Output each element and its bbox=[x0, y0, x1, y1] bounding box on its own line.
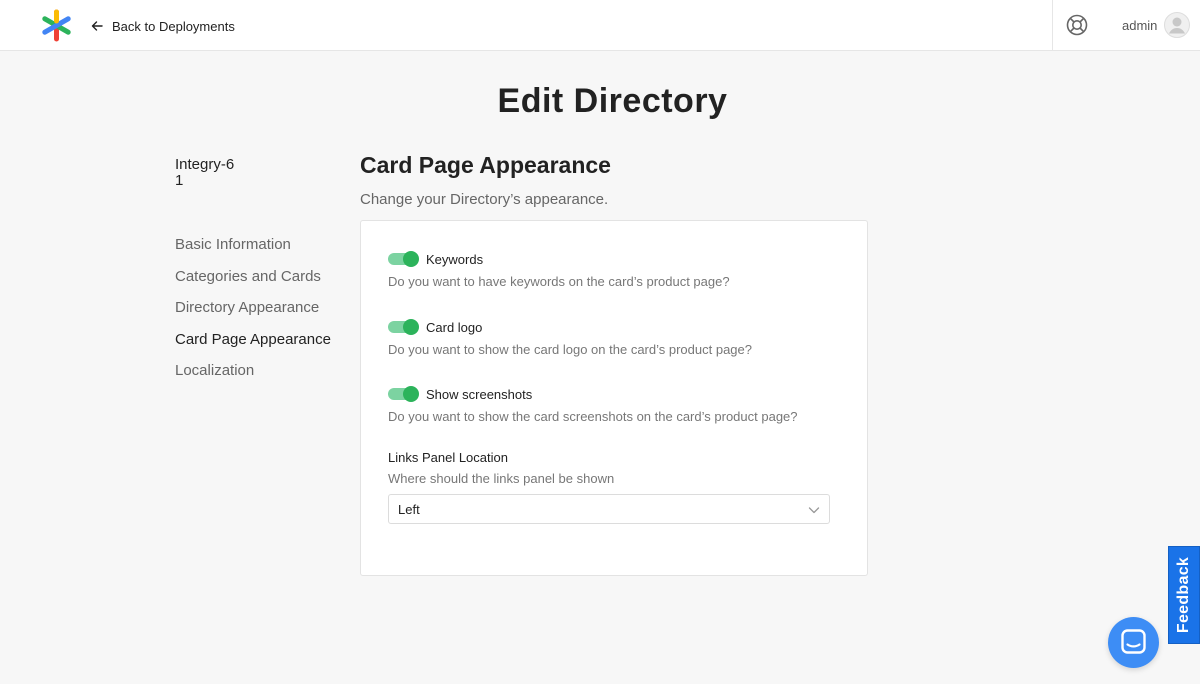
section-title: Card Page Appearance bbox=[360, 152, 611, 178]
select-value: Left bbox=[398, 502, 420, 517]
user-avatar-icon[interactable] bbox=[1164, 12, 1190, 38]
sidebar-item-card-page-appearance[interactable]: Card Page Appearance bbox=[175, 331, 331, 363]
back-to-deployments-link[interactable]: Back to Deployments bbox=[90, 16, 235, 36]
setting-keywords: Keywords Do you want to have keywords on… bbox=[388, 250, 730, 289]
toggle-knob bbox=[403, 251, 419, 267]
chat-icon bbox=[1121, 629, 1146, 654]
keywords-description: Do you want to have keywords on the card… bbox=[388, 274, 730, 289]
setting-card-logo: Card logo Do you want to show the card l… bbox=[388, 318, 752, 357]
chat-launcher-button[interactable] bbox=[1108, 617, 1159, 668]
sidebar-item-basic-information[interactable]: Basic Information bbox=[175, 236, 331, 268]
back-link-label: Back to Deployments bbox=[112, 18, 235, 34]
section-subtitle: Change your Directory’s appearance. bbox=[360, 191, 609, 208]
sidebar-nav: Basic Information Categories and Cards D… bbox=[175, 236, 331, 394]
show-screenshots-label: Show screenshots bbox=[426, 386, 533, 402]
sidebar-item-categories-and-cards[interactable]: Categories and Cards bbox=[175, 268, 331, 300]
links-panel-description: Where should the links panel be shown bbox=[388, 471, 615, 486]
header-divider bbox=[1052, 0, 1053, 51]
links-panel-title: Links Panel Location bbox=[388, 450, 508, 465]
card-logo-toggle[interactable] bbox=[388, 319, 419, 335]
links-panel-location-select[interactable]: Left bbox=[388, 494, 830, 524]
arrow-left-icon bbox=[91, 21, 103, 31]
settings-card: Keywords Do you want to have keywords on… bbox=[360, 220, 868, 576]
directory-name: Integry-61 bbox=[175, 156, 235, 189]
page-title: Edit Directory bbox=[497, 82, 728, 120]
show-screenshots-description: Do you want to show the card screenshots… bbox=[388, 409, 798, 424]
feedback-tab[interactable]: Feedback bbox=[1168, 546, 1200, 644]
app-logo-icon[interactable] bbox=[40, 9, 73, 42]
show-screenshots-toggle[interactable] bbox=[388, 386, 419, 402]
sidebar-item-directory-appearance[interactable]: Directory Appearance bbox=[175, 299, 331, 331]
help-lifebuoy-icon[interactable] bbox=[1066, 14, 1088, 36]
setting-show-screenshots: Show screenshots Do you want to show the… bbox=[388, 385, 798, 424]
keywords-toggle[interactable] bbox=[388, 251, 419, 267]
toggle-knob bbox=[403, 319, 419, 335]
card-logo-description: Do you want to show the card logo on the… bbox=[388, 342, 752, 357]
top-bar: Back to Deployments admin bbox=[0, 0, 1200, 51]
card-logo-label: Card logo bbox=[426, 319, 483, 335]
toggle-knob bbox=[403, 386, 419, 402]
user-name[interactable]: admin bbox=[1122, 18, 1157, 33]
sidebar-item-localization[interactable]: Localization bbox=[175, 362, 331, 394]
chevron-down-icon bbox=[808, 507, 820, 514]
feedback-label: Feedback bbox=[1175, 556, 1192, 634]
keywords-label: Keywords bbox=[426, 251, 484, 267]
